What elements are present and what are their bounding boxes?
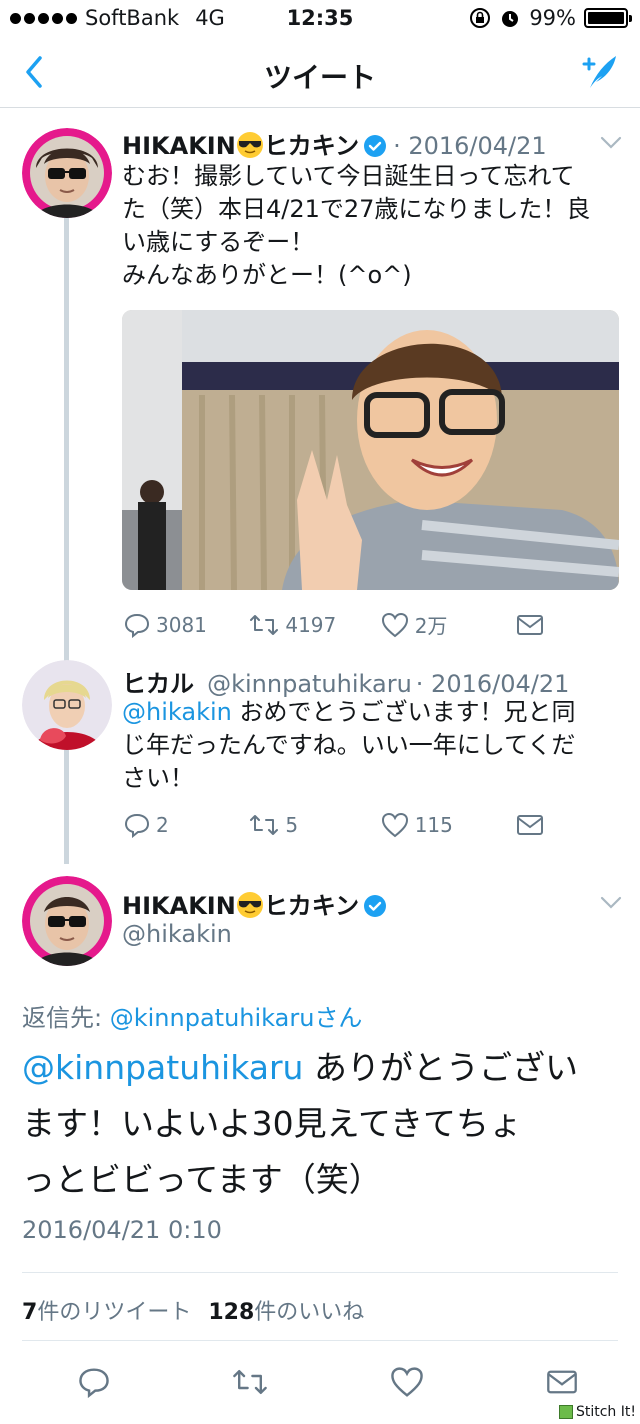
page-title: ツイート <box>263 61 376 94</box>
main-tweet-actions <box>78 1366 578 1398</box>
retweet-button[interactable]: 4197 <box>249 612 380 638</box>
tweet-text: @hikakin おめでとうございます！兄と同 じ年だったんですね。いい一年にし… <box>122 698 576 792</box>
tweet-actions: 2 5 115 <box>124 812 544 838</box>
like-count[interactable]: 128件のいいね <box>208 1300 364 1325</box>
verified-badge-icon <box>364 135 387 157</box>
divider <box>22 1340 618 1341</box>
heart-icon <box>381 812 408 838</box>
engagement-stats: 7件のリツイート 128件のいいね <box>22 1294 364 1326</box>
envelope-icon <box>517 614 543 635</box>
mention-link[interactable]: @hikakin <box>122 698 232 726</box>
dm-button[interactable] <box>516 814 544 836</box>
reply-icon <box>124 613 150 638</box>
user-handle[interactable]: @hikakin <box>122 920 232 948</box>
display-name[interactable]: HIKAKIN <box>122 132 236 160</box>
tweet-actions: 3081 4197 2万 <box>124 610 544 639</box>
retweet-count[interactable]: 7件のリツイート <box>22 1300 191 1325</box>
reply-context: 返信先: @kinnpatuhikaruさん <box>22 1004 363 1032</box>
status-bar: SoftBank 4G 12:35 99% <box>0 0 640 38</box>
alarm-icon <box>502 11 519 27</box>
avatar[interactable] <box>22 660 112 750</box>
tweet-text: むお！撮影していて今日誕生日って忘れて た（笑）本日4/21で27歳になりました… <box>122 162 591 289</box>
display-name[interactable]: HIKAKIN <box>122 892 236 920</box>
tweet-date: · 2016/04/21 <box>393 132 547 160</box>
compose-feather-icon[interactable] <box>580 52 620 92</box>
envelope-icon[interactable] <box>546 1368 578 1396</box>
verified-badge-icon <box>364 895 387 917</box>
rotation-lock-icon <box>470 8 491 28</box>
heart-icon <box>381 612 408 637</box>
divider <box>22 1272 618 1273</box>
retweet-icon <box>250 614 279 635</box>
reply-button[interactable]: 3081 <box>124 612 249 638</box>
reply-icon <box>124 813 150 838</box>
heart-icon[interactable] <box>390 1366 424 1398</box>
retweet-button[interactable]: 5 <box>249 812 380 838</box>
tweet-photo[interactable] <box>122 310 619 590</box>
retweet-icon[interactable] <box>232 1366 268 1398</box>
mention-link[interactable]: @kinnpatuhikaru <box>22 1048 303 1087</box>
reply-icon[interactable] <box>78 1366 110 1398</box>
envelope-icon <box>517 815 543 835</box>
display-name-suffix[interactable]: ヒカキン <box>264 892 359 920</box>
user-handle[interactable]: @kinnpatuhikaru <box>207 670 412 698</box>
thread-connector <box>64 218 69 864</box>
reply-button[interactable]: 2 <box>124 812 249 838</box>
main-tweet-text: @kinnpatuhikaru ありがとうござい ます！いよいよ30見えてきてち… <box>22 1048 578 1199</box>
chevron-down-icon[interactable] <box>600 896 622 910</box>
retweet-icon <box>250 815 279 835</box>
avatar[interactable] <box>22 876 112 966</box>
display-name-suffix[interactable]: ヒカキン <box>264 132 359 160</box>
display-name[interactable]: ヒカル <box>122 670 194 698</box>
avatar[interactable] <box>22 128 112 218</box>
stitch-watermark: Stitch It! <box>558 1404 636 1420</box>
battery-icon <box>584 8 632 28</box>
tweet-date: · 2016/04/21 <box>415 670 570 698</box>
reply-to-link[interactable]: @kinnpatuhikaru <box>110 1004 315 1032</box>
sunglasses-emoji-icon <box>236 132 263 158</box>
like-button[interactable]: 2万 <box>381 610 516 639</box>
navigation-bar: ツイート <box>0 38 640 108</box>
like-button[interactable]: 115 <box>381 812 516 838</box>
chevron-down-icon[interactable] <box>600 136 622 150</box>
stitch-logo-icon <box>558 1405 573 1419</box>
battery-percent: 99% <box>529 6 576 30</box>
dm-button[interactable] <box>516 614 544 636</box>
tweet-timestamp: 2016/04/21 0:10 <box>22 1216 222 1244</box>
sunglasses-emoji-icon <box>236 892 263 918</box>
